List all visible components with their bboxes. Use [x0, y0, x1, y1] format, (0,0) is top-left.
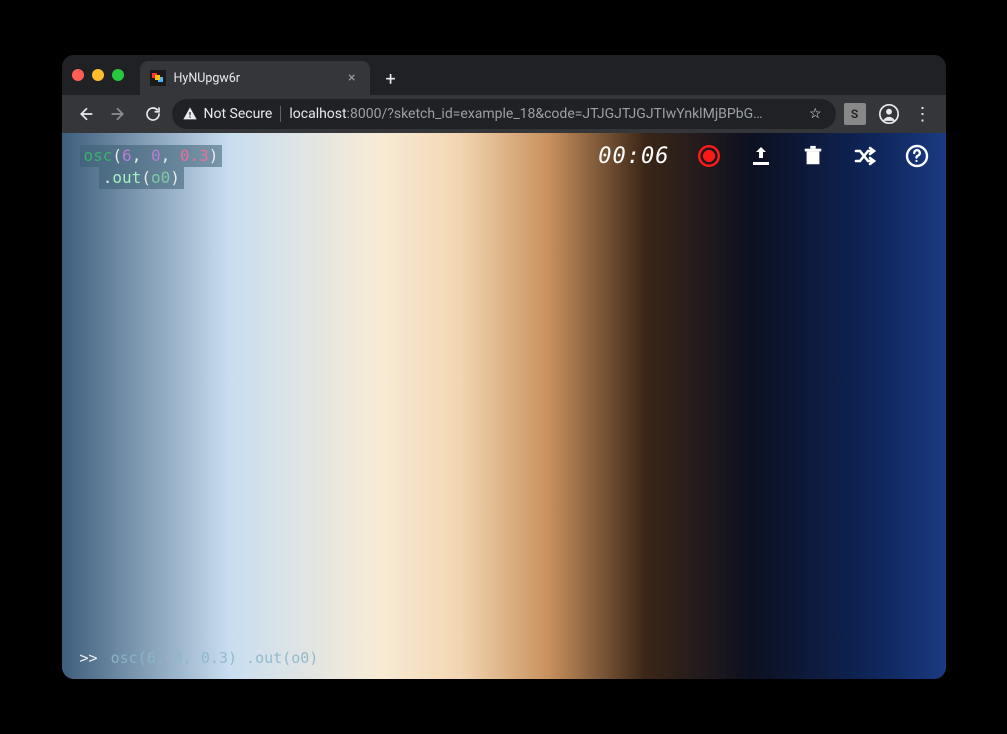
- record-icon: [698, 145, 720, 167]
- arrow-left-icon: [76, 105, 94, 123]
- timer-display: 00:06: [598, 144, 669, 169]
- code-editor[interactable]: osc(6, 0, 0.3) .out(o0): [80, 145, 223, 189]
- user-icon: [878, 103, 900, 125]
- url-host: localhost: [289, 106, 346, 122]
- shuffle-button[interactable]: [852, 143, 878, 169]
- extension-s-icon: S: [844, 103, 866, 125]
- browser-menu-button[interactable]: ⋮: [908, 99, 938, 129]
- not-secure-label: Not Secure: [204, 106, 273, 122]
- tab-close-button[interactable]: ×: [344, 68, 359, 88]
- upload-button[interactable]: [748, 143, 774, 169]
- url-path: :8000/?sketch_id=example_18&code=JTJGJTJ…: [347, 106, 763, 122]
- record-button[interactable]: [696, 143, 722, 169]
- console-prompt: >>: [80, 649, 98, 667]
- url-text: localhost:8000/?sketch_id=example_18&cod…: [289, 106, 762, 122]
- profile-button[interactable]: [874, 99, 904, 129]
- help-button[interactable]: [904, 143, 930, 169]
- window-minimize-button[interactable]: [92, 69, 104, 81]
- window-controls: [72, 69, 124, 81]
- tab-bar: HyNUpgw6r × +: [62, 55, 946, 95]
- extension-badge[interactable]: S: [840, 99, 870, 129]
- upload-icon: [749, 144, 773, 168]
- window-close-button[interactable]: [72, 69, 84, 81]
- window-maximize-button[interactable]: [112, 69, 124, 81]
- new-tab-button[interactable]: +: [378, 65, 404, 94]
- hud-toolbar: 00:06: [598, 143, 929, 169]
- forward-button[interactable]: [104, 99, 134, 129]
- code-line-1[interactable]: osc(6, 0, 0.3): [80, 145, 223, 167]
- code-line-2[interactable]: .out(o0): [80, 167, 223, 189]
- reload-button[interactable]: [138, 99, 168, 129]
- browser-toolbar: Not Secure localhost:8000/?sketch_id=exa…: [62, 95, 946, 133]
- page-content: osc(6, 0, 0.3) .out(o0) 00:06 >> osc(6,: [62, 133, 946, 679]
- help-icon: [905, 144, 929, 168]
- trash-icon: [802, 145, 824, 167]
- warning-icon: [182, 106, 198, 122]
- clear-button[interactable]: [800, 143, 826, 169]
- address-bar[interactable]: Not Secure localhost:8000/?sketch_id=exa…: [172, 99, 836, 129]
- browser-tab[interactable]: HyNUpgw6r ×: [140, 61, 370, 95]
- tab-title: HyNUpgw6r: [174, 71, 337, 86]
- console-text: osc(6, 0, 0.3) .out(o0): [111, 649, 319, 667]
- bookmark-button[interactable]: ☆: [805, 106, 826, 122]
- reload-icon: [144, 105, 162, 123]
- back-button[interactable]: [70, 99, 100, 129]
- console-output: >> osc(6, 0, 0.3) .out(o0): [80, 649, 319, 667]
- security-indicator[interactable]: Not Secure: [182, 106, 282, 122]
- favicon-icon: [150, 70, 166, 86]
- arrow-right-icon: [110, 105, 128, 123]
- browser-window: HyNUpgw6r × + Not Secure localhost:8000/…: [62, 55, 946, 679]
- shuffle-icon: [852, 144, 878, 168]
